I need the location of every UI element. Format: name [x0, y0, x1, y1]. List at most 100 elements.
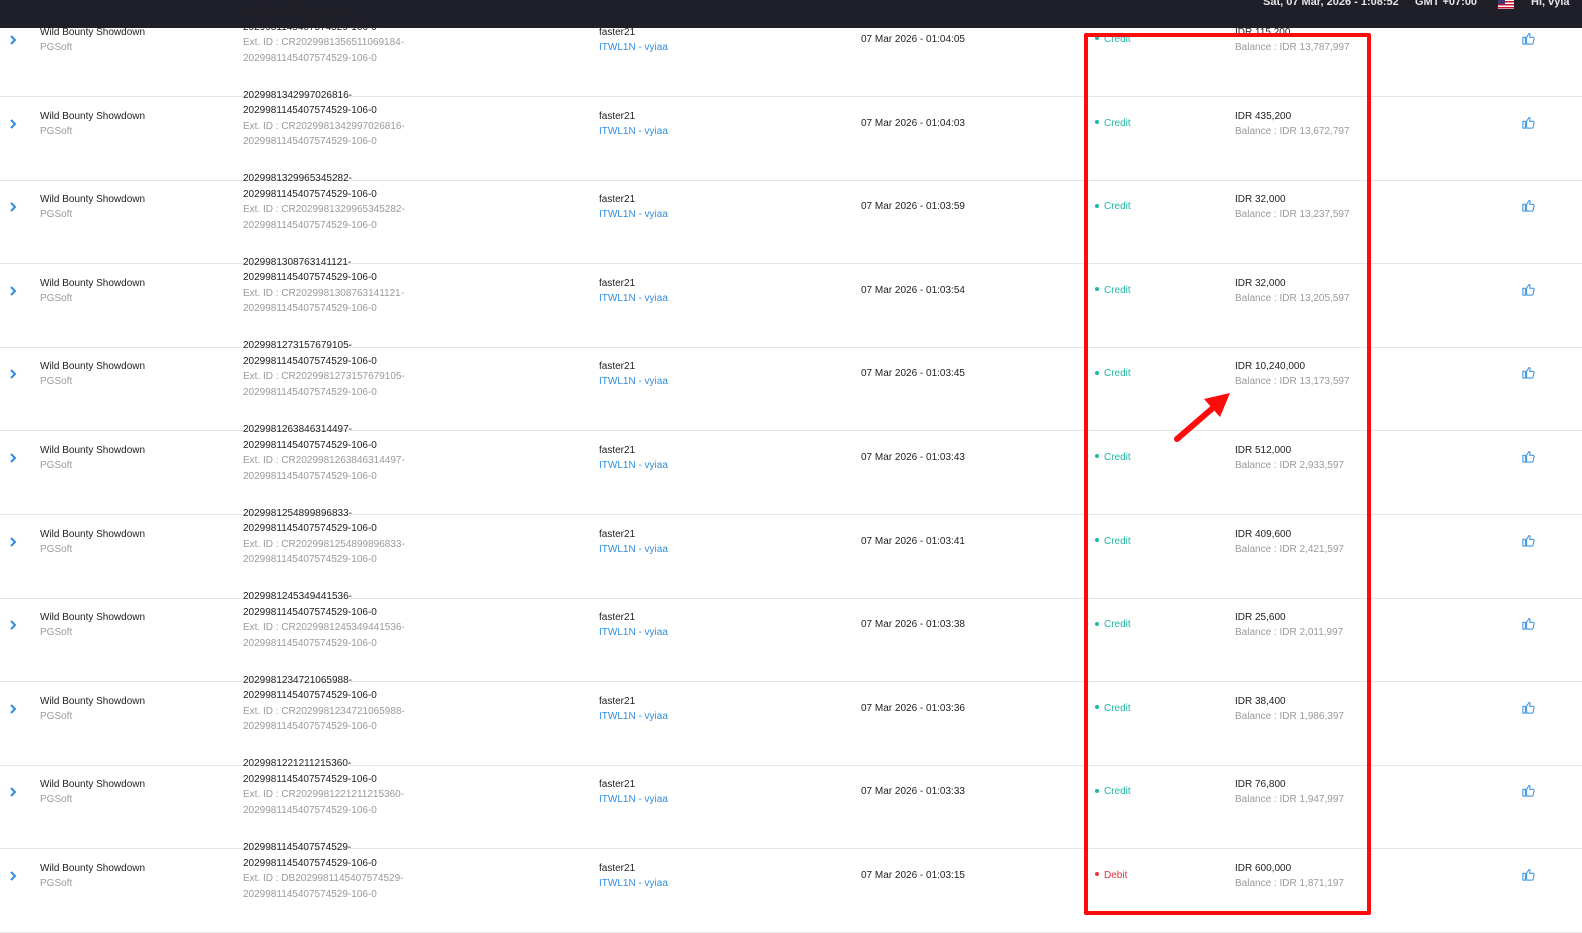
transaction-id-line1: 2029981342997026816- — [243, 89, 352, 101]
thumbs-up-icon[interactable] — [1521, 198, 1536, 213]
external-id-line2: 2029981145407574529-106-0 — [243, 888, 377, 900]
status-badge: Credit — [1095, 703, 1131, 714]
provider-name: PGSoft — [40, 627, 73, 639]
balance-after: Balance : IDR 2,421,597 — [1235, 543, 1344, 555]
status-label: Credit — [1104, 452, 1131, 463]
status-badge: Credit — [1095, 285, 1131, 296]
transaction-amount: IDR 435,200 — [1235, 110, 1292, 122]
thumbs-up-icon[interactable] — [1521, 115, 1536, 130]
username: faster21 — [599, 194, 636, 206]
thumbs-up-icon[interactable] — [1521, 365, 1536, 380]
username: faster21 — [599, 779, 636, 791]
status-dot-icon — [1095, 370, 1099, 375]
game-name: Wild Bounty Showdown — [40, 194, 146, 206]
agent-link[interactable]: ITWL1N - vyiaa — [599, 878, 668, 889]
transaction-ids: 2029981234721065988- 2029981145407574529… — [243, 673, 405, 735]
transaction-id-line1: 2029981329965345282- — [243, 173, 352, 185]
transaction-ids: 2029981356511069184- 2029981145407574529… — [243, 4, 404, 66]
agent-link[interactable]: ITWL1N - vyiaa — [599, 209, 668, 220]
expand-chevron-icon[interactable] — [9, 34, 17, 46]
transaction-id-line2: 2029981145407574529-106-0 — [243, 606, 377, 618]
username: faster21 — [599, 445, 636, 456]
table-row[interactable]: Wild Bounty Showdown PGSoft 202998123472… — [0, 675, 1582, 766]
transaction-date: 07 Mar 2026 - 01:03:15 — [861, 870, 965, 881]
status-label: Credit — [1104, 535, 1131, 547]
transaction-id-line2: 2029981145407574529-106-0 — [243, 188, 377, 200]
transaction-date: 07 Mar 2026 - 01:03:43 — [861, 452, 965, 463]
transaction-id-line2: 2029981145407574529-106-0 — [243, 439, 377, 451]
expand-chevron-icon[interactable] — [9, 703, 17, 715]
expand-chevron-icon[interactable] — [9, 118, 17, 130]
table-row[interactable]: Wild Bounty Showdown PGSoft 202998125489… — [0, 508, 1582, 599]
transaction-amount: IDR 10,240,000 — [1235, 361, 1306, 373]
username: faster21 — [599, 361, 636, 373]
game-name: Wild Bounty Showdown — [40, 277, 146, 289]
external-id-line2: 2029981145407574529-106-0 — [243, 136, 377, 148]
transaction-id-line1: 2029981356511069184- — [243, 6, 352, 17]
transaction-date: 07 Mar 2026 - 01:04:05 — [861, 34, 965, 45]
transaction-amount: IDR 76,800 — [1235, 779, 1286, 791]
table-row[interactable]: Wild Bounty Showdown PGSoft 202998126384… — [0, 424, 1582, 515]
table-row[interactable]: Wild Bounty Showdown PGSoft 202998122121… — [0, 758, 1582, 850]
expand-chevron-icon[interactable] — [9, 619, 17, 631]
agent-link[interactable]: ITWL1N - vyiaa — [599, 544, 668, 555]
table-row[interactable]: Wild Bounty Showdown PGSoft 202998134299… — [0, 90, 1582, 181]
balance-after: Balance : IDR 2,933,597 — [1235, 460, 1344, 471]
table-row[interactable]: Wild Bounty Showdown PGSoft 202998132996… — [0, 173, 1582, 265]
expand-chevron-icon[interactable] — [9, 536, 17, 548]
table-row[interactable]: Wild Bounty Showdown PGSoft 202998124534… — [0, 591, 1582, 683]
status-label: Credit — [1104, 786, 1131, 798]
thumbs-up-icon[interactable] — [1521, 783, 1536, 798]
provider-name: PGSoft — [40, 710, 73, 722]
transaction-date: 07 Mar 2026 - 01:04:03 — [861, 117, 965, 129]
thumbs-up-icon[interactable] — [1521, 31, 1536, 46]
expand-chevron-icon[interactable] — [9, 452, 17, 464]
status-badge: Credit — [1095, 201, 1131, 212]
thumbs-up-icon[interactable] — [1521, 867, 1536, 882]
status-dot-icon — [1095, 705, 1099, 710]
agent-link[interactable]: ITWL1N - vyiaa — [599, 794, 668, 805]
thumbs-up-icon[interactable] — [1521, 533, 1536, 548]
transaction-id-line1: 2029981273157679105- — [243, 340, 352, 352]
balance-after: Balance : IDR 13,237,597 — [1235, 209, 1350, 221]
provider-name: PGSoft — [40, 209, 73, 221]
thumbs-up-icon[interactable] — [1521, 616, 1536, 631]
status-dot-icon — [1095, 36, 1099, 41]
table-row[interactable]: Wild Bounty Showdown PGSoft 202998135651… — [0, 6, 1582, 97]
expand-chevron-icon[interactable] — [9, 285, 17, 297]
expand-chevron-icon[interactable] — [9, 201, 17, 213]
agent-link[interactable]: ITWL1N - vyiaa — [599, 460, 668, 471]
expand-chevron-icon[interactable] — [9, 368, 17, 380]
status-badge: Credit — [1095, 536, 1131, 547]
transaction-id-line1: 2029981145407574529- — [243, 842, 352, 853]
external-id-line2: 2029981145407574529-106-0 — [243, 52, 377, 64]
table-row[interactable]: Wild Bounty Showdown PGSoft 202998114540… — [0, 842, 1582, 933]
user-greeting[interactable]: Hi, vyia — [1531, 0, 1570, 8]
us-flag-icon[interactable] — [1498, 0, 1514, 9]
external-id-line2: 2029981145407574529-106-0 — [243, 470, 377, 482]
thumbs-up-icon[interactable] — [1521, 449, 1536, 464]
game-name: Wild Bounty Showdown — [40, 612, 146, 624]
table-row[interactable]: Wild Bounty Showdown PGSoft 202998127315… — [0, 340, 1582, 432]
status-dot-icon — [1095, 872, 1099, 877]
agent-link[interactable]: ITWL1N - vyiaa — [599, 126, 668, 137]
transaction-ids: 2029981245349441536- 2029981145407574529… — [243, 589, 405, 651]
balance-after: Balance : IDR 13,205,597 — [1235, 292, 1350, 304]
table-row[interactable]: Wild Bounty Showdown PGSoft 202998130876… — [0, 257, 1582, 348]
thumbs-up-icon[interactable] — [1521, 700, 1536, 715]
status-dot-icon — [1095, 287, 1099, 292]
balance-after: Balance : IDR 13,672,797 — [1235, 125, 1350, 137]
balance-after: Balance : IDR 1,947,997 — [1235, 794, 1344, 806]
transaction-amount: IDR 409,600 — [1235, 528, 1292, 540]
game-name: Wild Bounty Showdown — [40, 27, 146, 38]
agent-link[interactable]: ITWL1N - vyiaa — [599, 711, 668, 722]
expand-chevron-icon[interactable] — [9, 786, 17, 798]
agent-link[interactable]: ITWL1N - vyiaa — [599, 627, 668, 638]
agent-link[interactable]: ITWL1N - vyiaa — [599, 376, 668, 387]
transaction-amount: IDR 25,600 — [1235, 612, 1286, 624]
expand-chevron-icon[interactable] — [9, 870, 17, 882]
agent-link[interactable]: ITWL1N - vyiaa — [599, 42, 668, 53]
game-name: Wild Bounty Showdown — [40, 695, 146, 707]
thumbs-up-icon[interactable] — [1521, 282, 1536, 297]
agent-link[interactable]: ITWL1N - vyiaa — [599, 293, 668, 304]
